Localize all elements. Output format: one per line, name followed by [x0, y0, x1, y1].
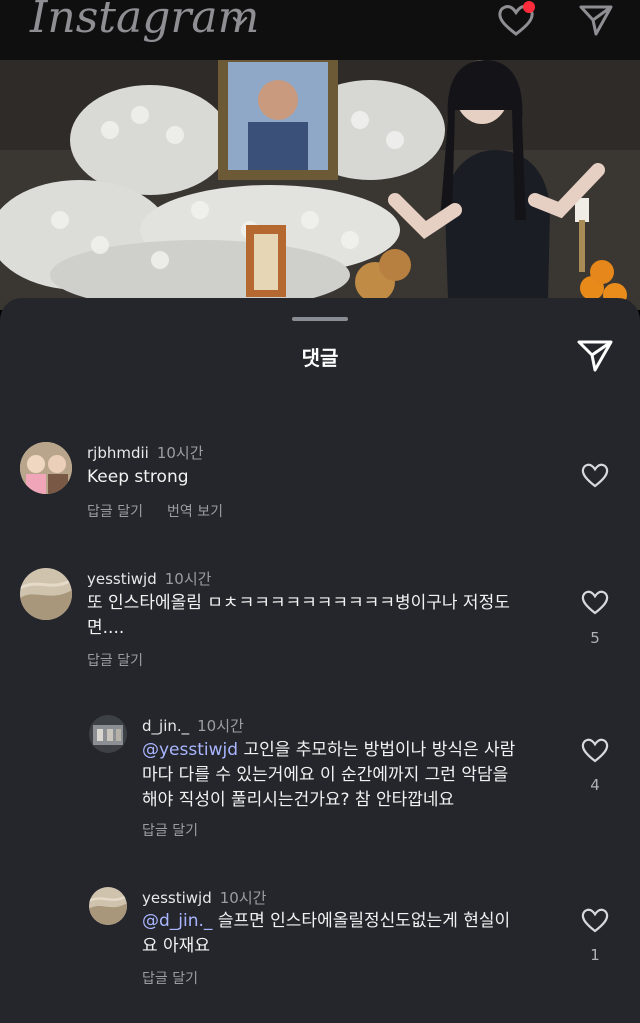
comment-username[interactable]: d_jin._ [142, 717, 189, 735]
top-bar: Instagram [0, 0, 640, 60]
heart-outline-icon[interactable] [580, 736, 610, 764]
translate-button[interactable]: 번역 보기 [167, 504, 223, 520]
reply-button[interactable]: 답글 달기 [87, 653, 143, 669]
avatar[interactable] [89, 887, 127, 925]
avatar[interactable] [20, 442, 72, 494]
comment-time: 10시간 [164, 570, 212, 588]
like-count: 5 [590, 629, 600, 647]
reply-button[interactable]: 답글 달기 [87, 504, 143, 520]
comment-username[interactable]: yesstiwjd [142, 889, 212, 907]
post-photo [0, 60, 640, 310]
chevron-down-icon[interactable] [231, 14, 249, 28]
avatar[interactable] [89, 715, 127, 753]
sheet-title: 댓글 [301, 346, 339, 370]
heart-outline-icon[interactable] [580, 906, 610, 934]
reply-button[interactable]: 답글 달기 [142, 823, 198, 839]
like-count: 1 [590, 946, 600, 964]
app-logo[interactable]: Instagram [30, 0, 259, 43]
like-count: 4 [590, 776, 600, 794]
comment-time: 10시간 [219, 889, 267, 907]
send-icon[interactable] [578, 2, 614, 38]
comment-text: @d_jin._ 슬프면 인스타에올릴정신도없는게 현실이 요 아재요 [142, 911, 511, 956]
mention-link[interactable]: @yesstiwjd [142, 740, 238, 760]
comment-time: 10시간 [156, 444, 204, 462]
heart-outline-icon[interactable] [580, 461, 610, 489]
comment-username[interactable]: rjbhmdii [87, 444, 149, 462]
comment-text: Keep strong [87, 467, 189, 487]
notification-dot [523, 1, 535, 13]
avatar[interactable] [20, 568, 72, 620]
reply-button[interactable]: 답글 달기 [142, 971, 198, 987]
comment-text: 또 인스타에올림 ㅁㅊㅋㅋㅋㅋㅋㅋㅋㅋㅋㅋ병이구나 저정도 면.... [87, 593, 510, 638]
comment-time: 10시간 [197, 717, 244, 735]
comments-sheet: 댓글 rjbhmdii 10시간 Keep strong 답글 달기 번역 보기 [0, 298, 640, 1023]
heart-outline-icon[interactable] [580, 588, 610, 616]
comment-username[interactable]: yesstiwjd [87, 570, 157, 588]
drag-handle[interactable] [292, 317, 348, 321]
mention-link[interactable]: @d_jin._ [142, 911, 212, 931]
comment-text: @yesstiwjd 고인을 추모하는 방법이나 방식은 사람 마다 다를 수 … [142, 740, 516, 810]
share-send-icon[interactable] [576, 336, 614, 374]
